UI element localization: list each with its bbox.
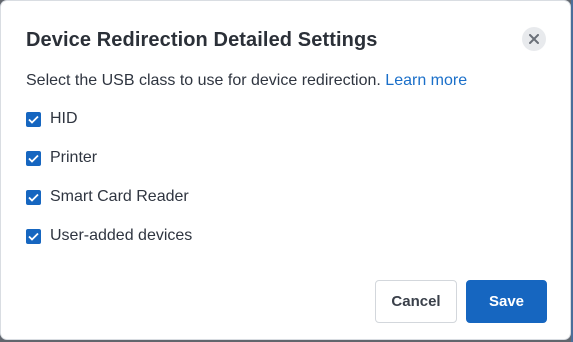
checkmark-icon xyxy=(28,115,39,124)
option-printer[interactable]: Printer xyxy=(26,148,97,168)
option-label: Printer xyxy=(50,149,98,166)
smart-card-reader-checkbox[interactable] xyxy=(26,189,41,205)
cancel-button[interactable]: Cancel xyxy=(375,280,457,323)
dialog-title: Device Redirection Detailed Settings xyxy=(26,29,378,51)
dialog-description: Select the USB class to use for device r… xyxy=(26,72,467,90)
checkmark-icon xyxy=(28,154,39,163)
learn-more-link[interactable]: Learn more xyxy=(385,72,467,89)
user-added-devices-checkbox[interactable] xyxy=(26,228,41,244)
save-button[interactable]: Save xyxy=(466,280,547,323)
option-smart-card-reader[interactable]: Smart Card Reader xyxy=(26,187,189,207)
option-user-added-devices[interactable]: User-added devices xyxy=(26,226,192,246)
option-label: HID xyxy=(50,110,78,127)
hid-checkbox[interactable] xyxy=(26,111,41,127)
device-redirection-dialog: Device Redirection Detailed Settings Sel… xyxy=(1,1,570,339)
option-label: User-added devices xyxy=(50,227,193,244)
checkmark-icon xyxy=(28,193,39,202)
close-icon xyxy=(522,34,546,44)
option-label: Smart Card Reader xyxy=(50,188,189,205)
printer-checkbox[interactable] xyxy=(26,150,41,166)
description-text: Select the USB class to use for device r… xyxy=(26,72,381,89)
checkmark-icon xyxy=(28,232,39,241)
option-hid[interactable]: HID xyxy=(26,109,78,129)
close-button[interactable] xyxy=(522,27,546,51)
